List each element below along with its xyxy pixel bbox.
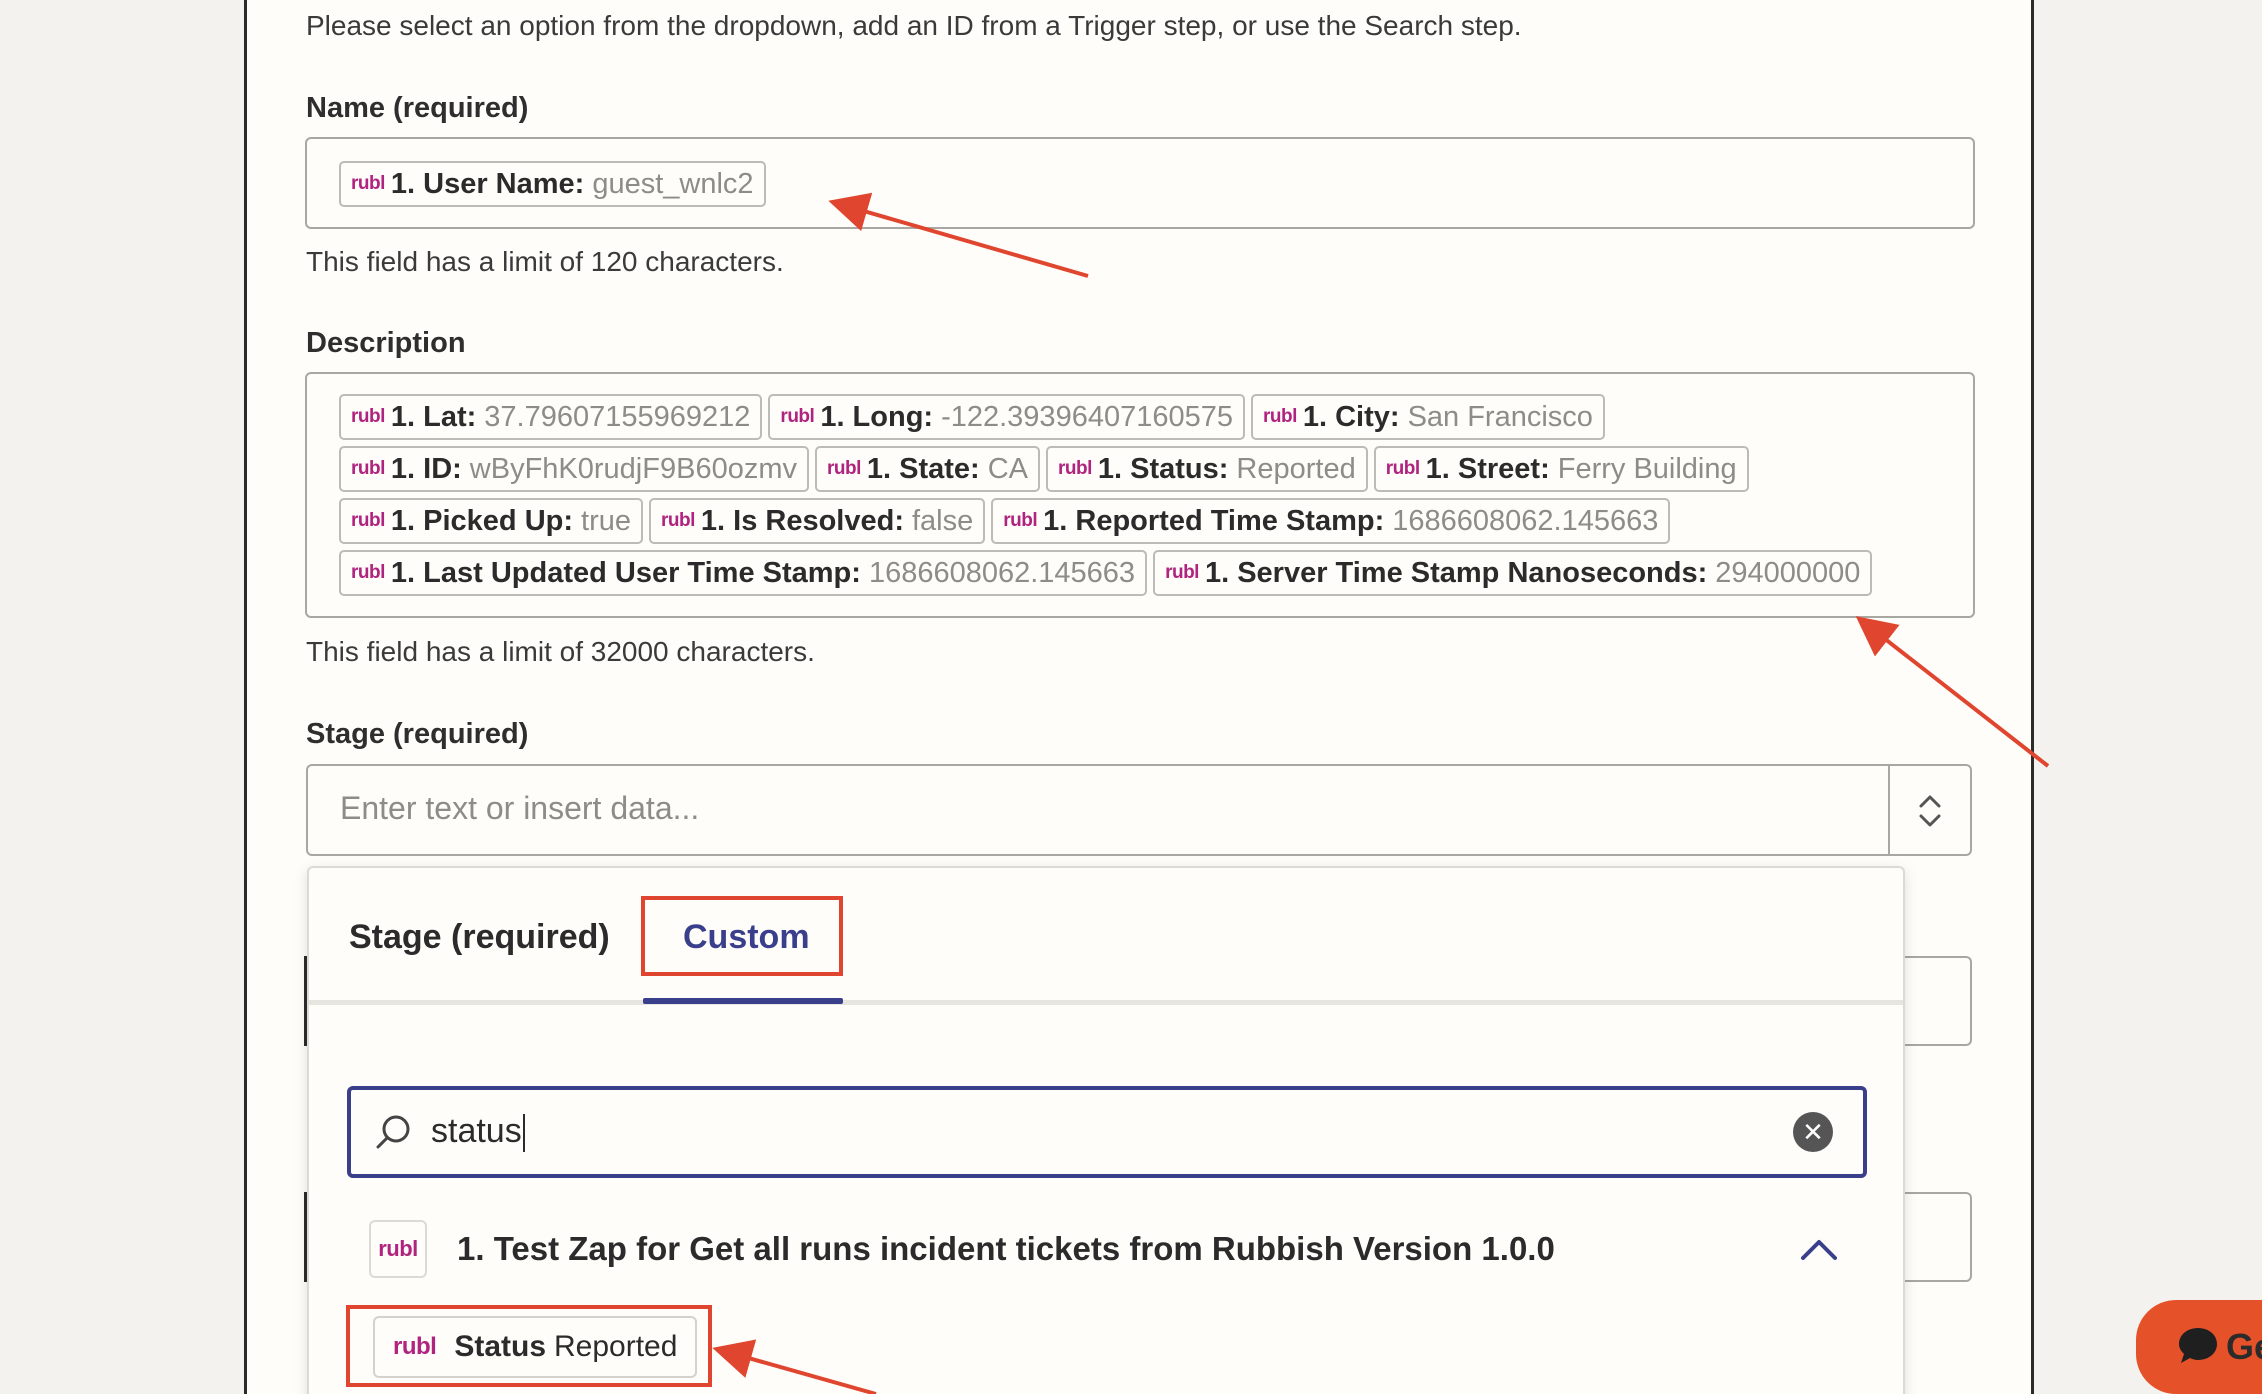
chat-help-button[interactable]: Ge <box>2136 1300 2262 1394</box>
chat-button-label: Ge <box>2226 1326 2262 1367</box>
annotation-arrows <box>712 192 2050 1394</box>
arrow-to-result <box>712 1339 877 1394</box>
chat-bubble-icon <box>2179 1328 2217 1363</box>
arrow-to-name-pill <box>828 192 1089 278</box>
arrow-to-description <box>1855 616 2050 768</box>
